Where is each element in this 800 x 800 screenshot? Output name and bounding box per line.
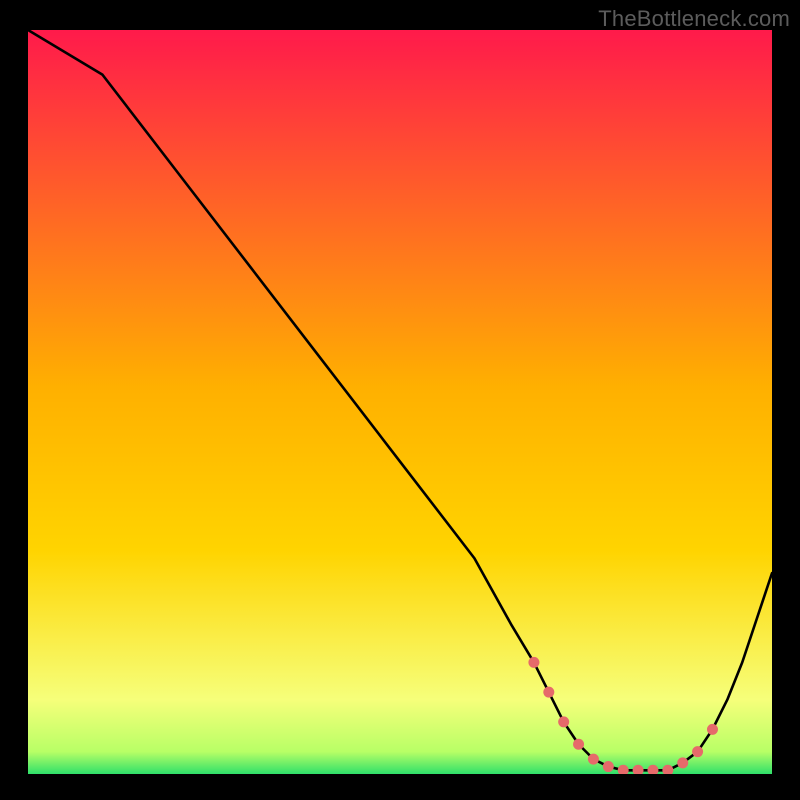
chart-frame: TheBottleneck.com (0, 0, 800, 800)
data-point-marker (707, 724, 718, 735)
data-point-marker (543, 687, 554, 698)
data-point-marker (573, 739, 584, 750)
data-point-marker (603, 761, 614, 772)
plot-area (28, 30, 772, 774)
data-point-marker (528, 657, 539, 668)
data-point-marker (588, 754, 599, 765)
plot-svg (28, 30, 772, 774)
data-point-marker (677, 757, 688, 768)
gradient-background (28, 30, 772, 774)
data-point-marker (558, 716, 569, 727)
watermark-text: TheBottleneck.com (598, 6, 790, 32)
data-point-marker (692, 746, 703, 757)
